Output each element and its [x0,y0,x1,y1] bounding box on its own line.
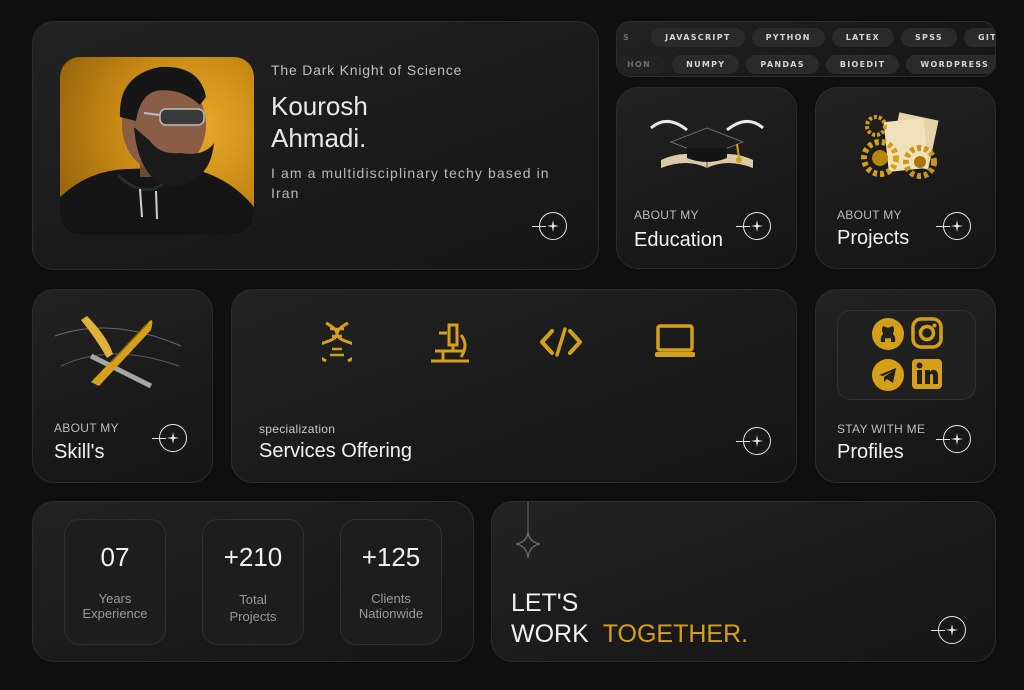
stat-label: Total Projects [229,592,277,624]
skill-tag: S [617,28,645,47]
quill-icon [54,316,182,389]
skills-arrow-button[interactable] [152,424,187,452]
skills-tags-card: SJAVASCRIPTPYTHONLATEXSPSSGITI HONNUMPYP… [616,21,996,77]
projects-eyebrow: ABOUT MY [837,208,902,222]
linkedin-icon[interactable] [911,358,943,390]
stat-projects: +210 Total Projects [202,519,304,645]
star-decoration-icon [515,502,541,559]
stat-years: 07 Years Experience [64,519,166,645]
skills-card[interactable]: ABOUT MY Skill's [32,289,213,483]
profiles-title: Profiles [837,441,904,463]
cta-card[interactable]: LET'S WORK TOGETHER. [491,501,996,662]
projects-title: Projects [837,227,910,249]
projects-card[interactable]: ABOUT MY Projects [815,87,996,269]
profile-arrow-button[interactable] [532,212,567,240]
skill-tag: HON [617,55,666,74]
github-icon[interactable] [871,317,905,351]
gears-icon [861,112,939,179]
tagline: The Dark Knight of Science [271,62,463,78]
sparkle-icon [167,432,179,444]
stat-label: Clients Nationwide [358,591,424,621]
cta-arrow-button[interactable] [931,616,966,644]
stat-label: Years Experience [82,591,148,621]
cta-heading: LET'S WORK TOGETHER. [511,589,749,648]
microscope-icon [431,323,469,363]
services-eyebrow: specialization [259,422,336,436]
services-card[interactable]: specialization Services Offering [231,289,797,483]
graduation-cap-icon [650,120,764,168]
skill-tag: NUMPY [672,55,740,74]
sparkle-icon [751,220,763,232]
profile-name: Kourosh Ahmadi. [271,91,368,153]
sparkle-icon [951,220,963,232]
sparkle-icon [946,624,958,636]
sparkle-icon [751,435,763,447]
profile-bio: I am a multidisciplinary techy based in … [271,165,550,201]
sparkle-icon [547,220,559,232]
education-card[interactable]: ABOUT MY Education [616,87,797,269]
skill-tag: PYTHON [751,28,825,47]
services-arrow-button[interactable] [736,427,771,455]
dna-icon [322,321,352,363]
stat-value: +125 [361,542,421,572]
code-icon [540,327,582,357]
skill-tag: BIOEDIT [825,55,900,74]
skill-tag: GIT [964,28,995,47]
stats-card: 07 Years Experience +210 Total Projects … [32,501,474,662]
stat-clients: +125 Clients Nationwide [340,519,442,645]
avatar [60,57,254,235]
social-icons-panel [837,310,976,400]
education-arrow-button[interactable] [736,212,771,240]
profiles-card[interactable]: STAY WITH ME Profiles [815,289,996,483]
tags-row-1: SJAVASCRIPTPYTHONLATEXSPSSGITI [617,28,995,47]
telegram-icon[interactable] [871,358,905,392]
education-title: Education [634,229,723,251]
sparkle-icon [951,433,963,445]
skill-tag: LATEX [831,28,894,47]
skills-title: Skill's [54,441,105,463]
tags-row-2: HONNUMPYPANDASBIOEDITWORDPRESSMIC [617,55,995,74]
skill-tag: WORDPRESS [906,55,995,74]
stat-value: 07 [100,542,130,572]
profiles-arrow-button[interactable] [936,425,971,453]
cta-highlight: TOGETHER. [602,620,749,648]
education-eyebrow: ABOUT MY [634,208,699,222]
profiles-eyebrow: STAY WITH ME [837,422,926,436]
skill-tag: SPSS [901,28,957,47]
skills-eyebrow: ABOUT MY [54,421,119,435]
skill-tag: JAVASCRIPT [651,28,745,47]
profile-card: The Dark Knight of Science Kourosh Ahmad… [32,21,599,270]
services-title: Services Offering [259,440,413,462]
skill-tag: PANDAS [746,55,819,74]
laptop-icon [655,324,695,357]
projects-arrow-button[interactable] [936,212,971,240]
instagram-icon[interactable] [911,317,943,349]
stat-value: +210 [223,542,283,572]
